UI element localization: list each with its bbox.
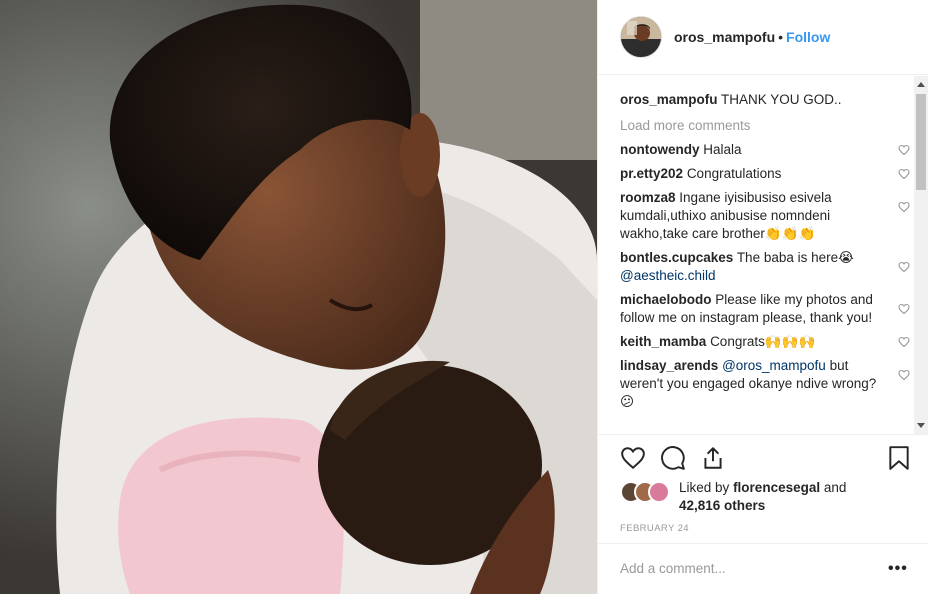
comments-scrollbar[interactable] (914, 76, 928, 434)
comment-username[interactable]: keith_mamba (620, 334, 706, 349)
comment-text: Congrats🙌🙌🙌 (710, 334, 816, 349)
post-actions: Liked by florencesegal and 42,816 others… (598, 434, 928, 544)
comment-item: michaelobodo Please like my photos and f… (620, 291, 910, 327)
comments-inner: oros_mampofu THANK YOU GOD.. Load more c… (620, 91, 910, 417)
small-heart-icon[interactable] (898, 201, 910, 213)
load-more-comments-button[interactable]: Load more comments (620, 117, 895, 135)
liker-avatar[interactable] (648, 481, 670, 503)
comment-text: The baba is here😭 (736, 250, 854, 265)
small-heart-icon[interactable] (898, 168, 910, 180)
comment-username[interactable]: roomza8 (620, 190, 676, 205)
post-caption: oros_mampofu THANK YOU GOD.. (620, 91, 895, 109)
comment-item: roomza8 Ingane iyisibusiso esivela kumda… (620, 189, 910, 243)
comment-username[interactable]: lindsay_arends (620, 358, 718, 373)
bookmark-icon[interactable] (886, 445, 912, 471)
comment-item: nontowendy Halala (620, 141, 910, 159)
small-heart-icon[interactable] (898, 336, 910, 348)
comment-text: Congratulations (686, 166, 782, 181)
liker-avatars (620, 481, 672, 503)
small-heart-icon[interactable] (898, 303, 910, 315)
caption-username[interactable]: oros_mampofu (620, 92, 718, 107)
add-comment-bar: ••• (598, 543, 928, 594)
comment-item: pr.etty202 Congratulations (620, 165, 910, 183)
follow-button[interactable]: Follow (786, 29, 830, 45)
header-line: oros_mampofu • Follow (674, 29, 830, 45)
comment-mention[interactable]: @oros_mampofu (722, 358, 826, 373)
caption-text: THANK YOU GOD.. (721, 92, 842, 107)
comment-username[interactable]: nontowendy (620, 142, 700, 157)
scroll-up-arrow-icon[interactable] (917, 82, 925, 87)
comment-username[interactable]: michaelobodo (620, 292, 712, 307)
liked-by-prefix: Liked by (679, 480, 730, 495)
post-sidebar: oros_mampofu • Follow oros_mampofu THANK Y… (597, 0, 928, 594)
likes-others-count[interactable]: 42,816 others (679, 498, 765, 513)
comment-username[interactable]: bontles.cupcakes (620, 250, 733, 265)
add-comment-input[interactable] (620, 561, 860, 576)
scroll-thumb[interactable] (916, 94, 926, 190)
post-header: oros_mampofu • Follow (598, 0, 928, 75)
heart-icon[interactable] (620, 445, 646, 471)
comments-list[interactable]: oros_mampofu THANK YOU GOD.. Load more c… (598, 76, 928, 434)
small-heart-icon[interactable] (898, 369, 910, 381)
liked-by-and: and (823, 480, 847, 495)
small-heart-icon[interactable] (898, 261, 910, 273)
post-photo[interactable] (0, 0, 597, 594)
scroll-down-arrow-icon[interactable] (917, 423, 925, 428)
more-options-button[interactable]: ••• (888, 560, 908, 578)
separator-dot: • (778, 29, 784, 45)
liker-username[interactable]: florencesegal (733, 480, 820, 495)
comment-username[interactable]: pr.etty202 (620, 166, 683, 181)
liked-by-text: Liked by florencesegal and 42,816 others (679, 479, 909, 515)
share-icon[interactable] (700, 445, 726, 471)
post-date[interactable]: FEBRUARY 24 (620, 523, 689, 534)
comment-item: keith_mamba Congrats🙌🙌🙌 (620, 333, 910, 351)
comment-item: lindsay_arends @oros_mampofu but weren't… (620, 357, 910, 411)
author-username[interactable]: oros_mampofu (674, 29, 775, 45)
photo-illustration (0, 0, 597, 594)
small-heart-icon[interactable] (898, 144, 910, 156)
comment-item: bontles.cupcakes The baba is here😭 @aest… (620, 249, 910, 285)
liked-by-row: Liked by florencesegal and 42,816 others (620, 479, 910, 519)
comment-text: Halala (703, 142, 742, 157)
author-avatar[interactable] (620, 16, 662, 58)
comment-icon[interactable] (660, 445, 686, 471)
comment-mention[interactable]: @aestheic.child (620, 268, 716, 283)
